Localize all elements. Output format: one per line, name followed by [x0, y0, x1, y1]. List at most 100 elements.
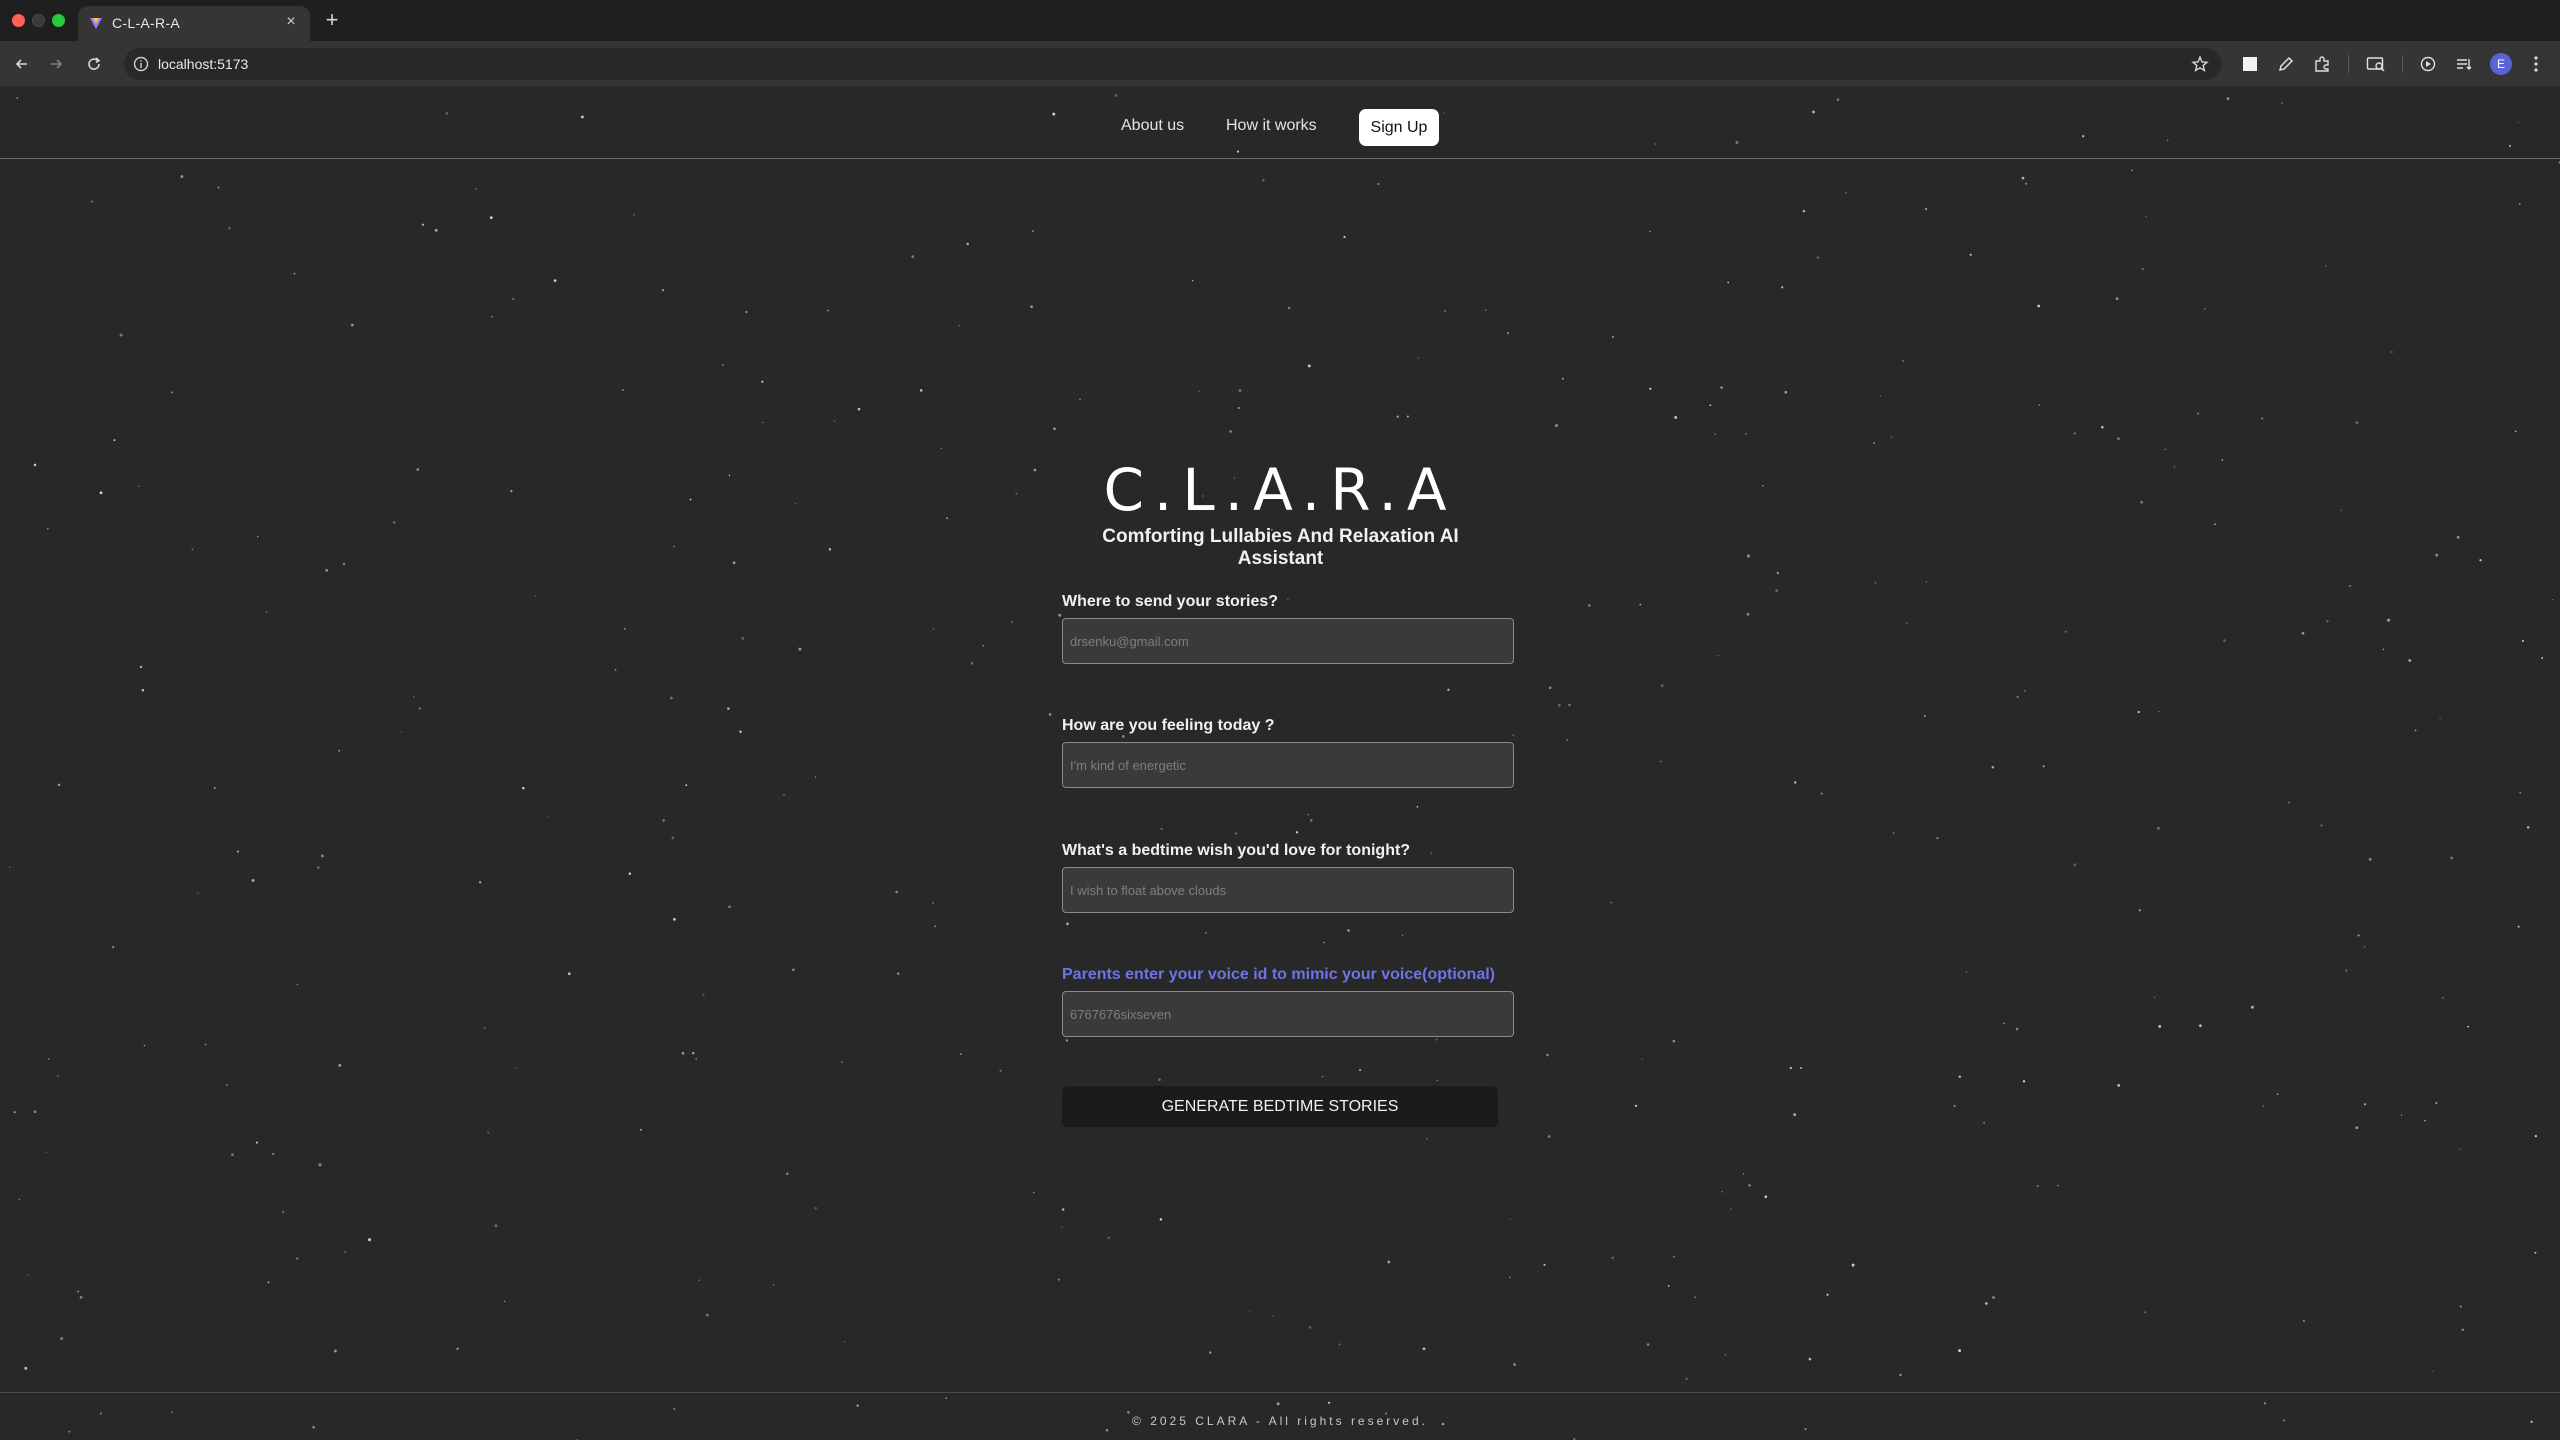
star-dot: [1107, 1236, 1110, 1239]
star-dot: [320, 854, 324, 858]
feeling-input[interactable]: [1062, 742, 1514, 788]
star-dot: [1568, 703, 1571, 707]
star-dot: [685, 784, 688, 787]
extension-square-icon[interactable]: [2238, 52, 2262, 76]
star-dot: [1377, 182, 1380, 186]
star-dot: [705, 1313, 709, 1317]
star-dot: [2456, 535, 2460, 539]
star-dot: [1555, 424, 1558, 427]
star-dot: [1061, 1208, 1065, 1211]
star-dot: [1762, 485, 1764, 487]
tab-search-icon[interactable]: [2364, 52, 2388, 76]
star-dot: [2140, 500, 2144, 504]
star-dot: [2015, 1027, 2019, 1031]
reading-list-icon[interactable]: [2452, 52, 2476, 76]
star-dot: [2302, 1320, 2305, 1322]
star-dot: [2345, 969, 2348, 972]
maximize-window-button[interactable]: [52, 14, 65, 27]
more-menu-icon[interactable]: [2524, 52, 2548, 76]
star-dot: [911, 255, 915, 258]
star-dot: [628, 872, 632, 875]
star-dot: [2024, 182, 2028, 185]
star-dot: [2023, 689, 2026, 692]
star-dot: [1983, 1121, 1985, 1124]
star-dot: [673, 918, 676, 921]
star-dot: [945, 517, 949, 520]
star-dot: [1426, 1138, 1428, 1140]
star-dot: [1639, 603, 1642, 606]
star-dot: [1816, 256, 1820, 259]
star-dot: [350, 323, 354, 327]
star-dot: [494, 1224, 498, 1228]
site-info-icon[interactable]: [132, 55, 150, 73]
star-dot: [1416, 805, 1419, 808]
star-dot: [2288, 801, 2290, 804]
star-dot: [2016, 695, 2019, 698]
star-dot: [2459, 1305, 2462, 1308]
new-tab-icon[interactable]: +: [320, 8, 344, 32]
tab-close-icon[interactable]: ×: [282, 13, 300, 31]
star-dot: [2262, 1105, 2264, 1107]
pen-icon[interactable]: [2274, 52, 2298, 76]
toolbar-divider: [2348, 55, 2349, 73]
nav-link-about-us[interactable]: About us: [1121, 117, 1184, 135]
star-dot: [1011, 621, 1013, 623]
star-dot: [1965, 970, 1968, 973]
star-dot: [400, 731, 403, 733]
star-dot: [57, 783, 61, 787]
star-dot: [368, 1238, 371, 1242]
nav-link-how-it-works[interactable]: How it works: [1226, 117, 1317, 135]
close-window-button[interactable]: [12, 14, 25, 27]
generate-stories-button[interactable]: GENERATE BEDTIME STORIES: [1062, 1086, 1498, 1127]
star-dot: [1065, 1039, 1069, 1042]
profile-avatar[interactable]: E: [2490, 53, 2512, 75]
voice-id-input[interactable]: [1062, 991, 1514, 1037]
bookmark-star-icon[interactable]: [2190, 54, 2210, 74]
star-dot: [2519, 203, 2521, 205]
star-dot: [1784, 390, 1788, 394]
star-dot: [236, 850, 239, 853]
star-dot: [2450, 856, 2453, 860]
star-dot: [2526, 826, 2530, 829]
star-dot: [695, 1058, 698, 1060]
star-dot: [932, 628, 935, 630]
email-field[interactable]: [1062, 618, 1514, 664]
forward-arrow-icon[interactable]: [44, 52, 68, 76]
star-dot: [1984, 1302, 1988, 1305]
browser-tab[interactable]: C-L-A-R-A ×: [78, 6, 310, 41]
star-dot: [1436, 1079, 1438, 1081]
star-dot: [2320, 824, 2323, 827]
star-dot: [2326, 620, 2329, 623]
star-dot: [2021, 176, 2025, 180]
star-dot: [2199, 1024, 2202, 1028]
minimize-window-button[interactable]: [32, 14, 45, 27]
star-dot: [1327, 1401, 1331, 1404]
browser-toolbar: localhost:5173 E: [0, 41, 2560, 87]
star-dot: [2357, 934, 2360, 937]
star-dot: [692, 1051, 695, 1055]
star-dot: [2432, 1370, 2434, 1372]
star-dot: [932, 902, 935, 904]
star-dot: [1789, 1066, 1792, 1070]
star-dot: [1720, 386, 1723, 389]
sign-up-button[interactable]: Sign Up: [1359, 109, 1439, 146]
star-dot: [79, 1295, 83, 1299]
bedtime-wish-input[interactable]: [1062, 867, 1514, 913]
star-dot: [1229, 430, 1232, 433]
star-dot: [1890, 436, 1893, 438]
star-dot: [1776, 571, 1779, 575]
star-dot: [1417, 357, 1420, 359]
star-dot: [1406, 415, 1409, 418]
back-arrow-icon[interactable]: [10, 52, 34, 76]
star-dot: [1925, 581, 1928, 583]
extensions-puzzle-icon[interactable]: [2310, 52, 2334, 76]
star-dot: [515, 1067, 517, 1069]
star-dot: [8, 866, 11, 869]
address-bar[interactable]: localhost:5173: [124, 48, 2222, 80]
reload-icon[interactable]: [82, 52, 106, 76]
star-dot: [1204, 931, 1208, 935]
star-dot: [673, 1407, 676, 1410]
star-dot: [2173, 465, 2176, 468]
media-controls-icon[interactable]: [2416, 52, 2440, 76]
star-dot: [490, 315, 493, 318]
